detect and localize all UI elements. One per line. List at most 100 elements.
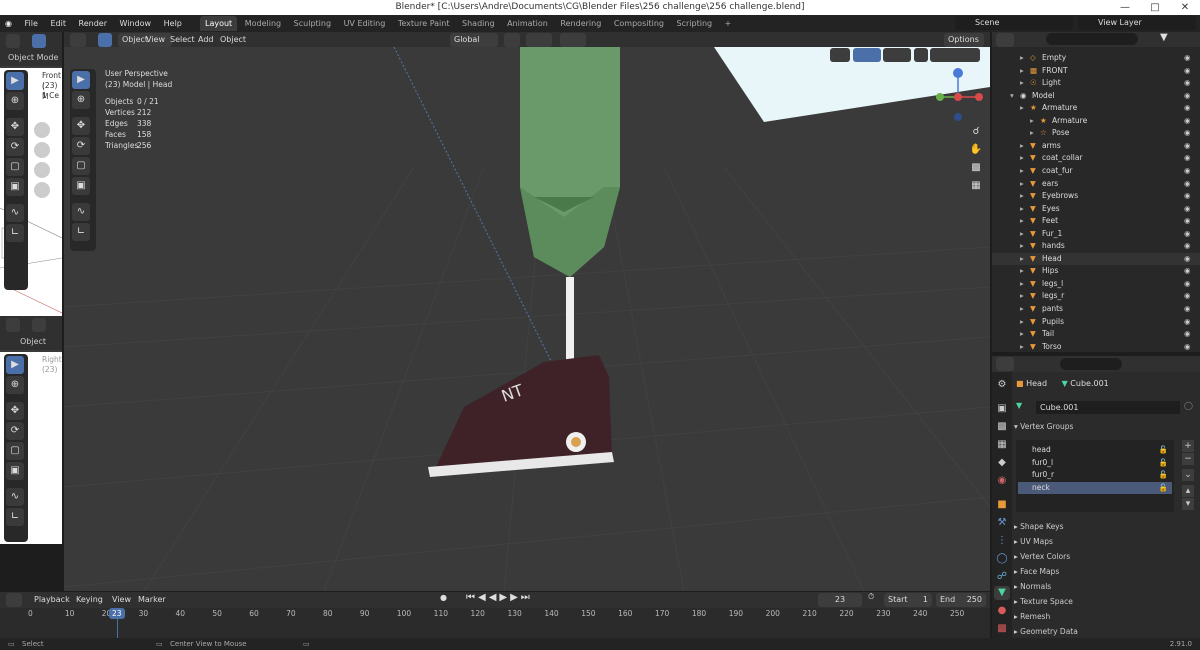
expand-arrow-icon[interactable]: ▸ [1020,265,1024,278]
right-view-mode[interactable]: Object Mode [0,334,62,362]
move-tool-icon[interactable]: ✥ [6,118,24,136]
select-box-tool-icon-2[interactable]: ▶ [6,356,24,374]
front-view-mode[interactable]: Object Mode [0,50,62,66]
scale-tool-icon[interactable]: ▢ [6,158,24,176]
select-box-tool-icon[interactable]: ▶ [6,72,24,90]
transform-tool-icon[interactable]: ▣ [6,178,24,196]
expand-arrow-icon[interactable]: ▸ [1020,65,1024,78]
pivot-icon[interactable] [504,33,520,47]
ortho-toggle-icon[interactable]: ▦ [967,177,985,195]
output-tab-icon[interactable]: ▩ [994,420,1010,434]
properties-search-input[interactable] [1060,358,1122,370]
record-icon[interactable]: ● [440,593,447,602]
expand-arrow-icon[interactable]: ▸ [1020,215,1024,228]
move-group-up-button[interactable]: ▴ [1182,485,1194,497]
outliner-row[interactable]: ▸ ▼ pants ◉ [992,303,1200,316]
view-menu-timeline[interactable]: View [112,593,131,607]
view-layer-selector[interactable]: View Layer [1078,16,1196,30]
mesh-data-tab-icon[interactable]: ▼ [994,586,1010,600]
fake-user-icon[interactable]: ◯ [1184,401,1193,410]
outliner-row[interactable]: ▸ ▼ Head ◉ [992,252,1200,266]
object-menu[interactable]: Object [220,33,246,47]
particles-tab-icon[interactable]: ⋮ [994,534,1010,548]
visibility-eye-icon[interactable]: ◉ [1184,140,1191,153]
material-tab-icon[interactable]: ● [994,604,1010,618]
lock-icon[interactable]: 🔓 [1159,482,1168,494]
workspace-tab-animation[interactable]: Animation [502,16,553,31]
object-tab-icon[interactable]: ■ [994,498,1010,512]
visibility-icon[interactable] [830,48,850,62]
expand-arrow-icon[interactable]: ▾ [1010,90,1014,103]
cursor-tool-icon-main[interactable]: ⊕ [72,91,90,109]
visibility-eye-icon[interactable]: ◉ [1184,215,1191,228]
measure-tool-icon-2[interactable]: ∟ [6,508,24,526]
add-workspace-button[interactable]: + [720,16,737,31]
outliner-row[interactable]: ▸ ▼ legs_l ◉ [992,278,1200,291]
menu-edit[interactable]: Edit [45,15,71,32]
visibility-eye-icon[interactable]: ◉ [1184,316,1191,329]
outliner-row[interactable]: ▸ ▼ Torso ◉ [992,341,1200,352]
expand-arrow-icon[interactable]: ▸ [1020,303,1024,316]
expand-arrow-icon[interactable]: ▸ [1020,278,1024,291]
collapsed-panel-header[interactable]: ▸ UV Maps [1014,535,1194,548]
visibility-eye-icon[interactable]: ◉ [1184,278,1191,291]
add-vertex-group-button[interactable]: + [1182,440,1194,452]
outliner-row[interactable]: ▸ ▼ coat_collar ◉ [992,152,1200,165]
outliner-row[interactable]: ▸ ▼ ears ◉ [992,178,1200,191]
expand-arrow-icon[interactable]: ▸ [1030,115,1034,128]
expand-arrow-icon[interactable]: ▸ [1020,316,1024,329]
current-frame-field[interactable]: 23 [818,593,862,607]
expand-arrow-icon[interactable]: ▸ [1030,127,1034,140]
snap-icon[interactable] [526,33,552,47]
scale-tool-icon-2[interactable]: ▢ [6,442,24,460]
visibility-eye-icon[interactable]: ◉ [1184,127,1191,140]
expand-arrow-icon[interactable]: ▸ [1020,328,1024,341]
rotate-tool-icon[interactable]: ⟳ [6,138,24,156]
front-view-editor[interactable]: Object Mode Front ( (23) M 1 Ce ▶ ⊕ ✥ ⟳ … [0,32,63,316]
menu-file[interactable]: File [20,15,43,32]
world-tab-icon[interactable]: ◉ [994,474,1010,488]
vertex-group-item[interactable]: head 🔓 [1018,444,1172,456]
collapsed-panel-header[interactable]: ▸ Normals [1014,580,1194,593]
visibility-eye-icon[interactable]: ◉ [1184,203,1191,216]
visibility-eye-icon[interactable]: ◉ [1184,253,1191,266]
options-button[interactable]: Options [944,33,984,47]
expand-arrow-icon[interactable]: ▸ [1020,102,1024,115]
outliner-row[interactable]: ▸ ☉ Light ◉ [992,77,1200,90]
outliner-row[interactable]: ▸ ▼ hands ◉ [992,240,1200,253]
blender-logo-icon[interactable]: ◉ [0,15,17,32]
visibility-eye-icon[interactable]: ◉ [1184,115,1191,128]
add-menu[interactable]: Add [198,33,214,47]
workspace-tab-texture-paint[interactable]: Texture Paint [393,16,455,31]
grid-icon[interactable] [34,182,50,198]
proportional-edit-icon[interactable] [560,33,586,47]
outliner-row[interactable]: ▾ ◉ Model ◉ [992,90,1200,103]
editor-type-icon[interactable] [6,34,20,48]
collapsed-panel-header[interactable]: ▸ Texture Space [1014,595,1194,608]
visibility-eye-icon[interactable]: ◉ [1184,152,1191,165]
minimize-button[interactable]: — [1110,0,1140,15]
3d-viewport[interactable]: NT ▶ ⊕ ✥ ⟳ ▢ ▣ ∿ ∟ User Perspective (23)… [64,47,990,591]
outliner-editor-icon[interactable] [996,33,1014,47]
vertex-group-specials-button[interactable]: ⌄ [1182,469,1194,481]
view-layer-tab-icon[interactable]: ▦ [994,438,1010,452]
outliner-search-input[interactable] [1046,33,1138,45]
visibility-eye-icon[interactable]: ◉ [1184,52,1191,65]
workspace-tab-layout[interactable]: Layout [199,16,238,31]
camera-icon[interactable] [34,162,50,178]
move-group-down-button[interactable]: ▾ [1182,498,1194,510]
outliner-row[interactable]: ▸ ☆ Pose ◉ [992,127,1200,140]
collapsed-panel-header[interactable]: ▸ Remesh [1014,610,1194,623]
expand-arrow-icon[interactable]: ▸ [1020,190,1024,203]
playback-controls[interactable]: ⏮◀◀▶▶⏭ [466,592,533,603]
expand-arrow-icon[interactable]: ▸ [1020,140,1024,153]
workspace-tab-sculpting[interactable]: Sculpting [289,16,336,31]
expand-arrow-icon[interactable]: ▸ [1020,152,1024,165]
properties-editor-icon[interactable] [996,357,1014,371]
end-frame-field[interactable]: End 250 [936,593,986,607]
scene-selector[interactable]: Scene [955,16,1073,30]
expand-arrow-icon[interactable]: ▸ [1020,52,1024,65]
annotate-tool-icon-main[interactable]: ∿ [72,203,90,221]
close-window-button[interactable]: ✕ [1170,0,1200,15]
rotate-tool-icon-2[interactable]: ⟳ [6,422,24,440]
